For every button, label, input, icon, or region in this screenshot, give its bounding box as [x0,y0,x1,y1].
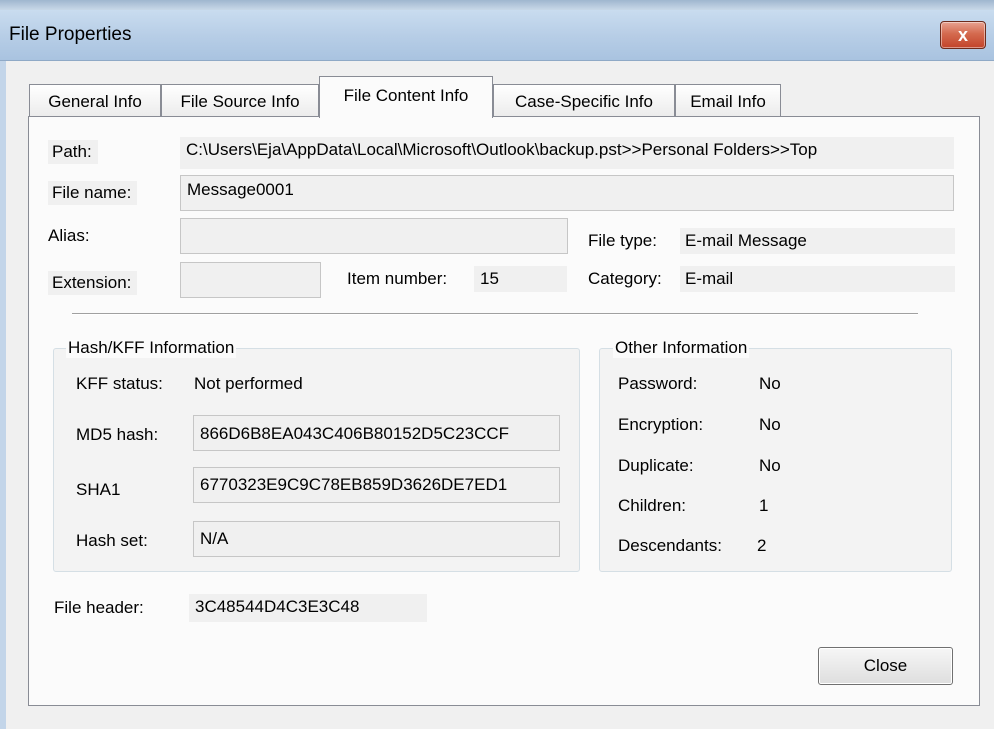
file-properties-window: File Properties x General Info File Sour… [0,0,994,729]
item-number-label: Item number: [347,269,448,288]
file-header-label: File header: [54,598,144,617]
section-divider [72,313,918,315]
title-bar[interactable]: File Properties x [0,10,994,61]
alias-field[interactable] [180,218,568,254]
md5-hash-label: MD5 hash: [76,425,159,444]
password-label: Password: [618,374,698,393]
tab-general-info[interactable]: General Info [29,84,161,116]
password-value: No [759,374,781,393]
extension-label: Extension: [48,271,138,295]
descendants-value: 2 [757,536,767,555]
sha1-field[interactable]: 6770323E9C9C78EB859D3626DE7ED1 [193,467,560,503]
duplicate-value: No [759,456,781,475]
background-strip [0,0,994,10]
window-title: File Properties [9,24,132,45]
children-value: 1 [759,496,769,515]
other-information-group-title: Other Information [613,338,750,358]
alias-label: Alias: [48,226,90,245]
kff-status-value: Not performed [194,374,303,393]
encryption-value: No [759,415,781,434]
encryption-label: Encryption: [618,415,704,434]
hash-set-label: Hash set: [76,531,148,550]
category-value: E-mail [680,266,955,292]
file-type-value: E-mail Message [680,228,955,254]
close-window-icon[interactable]: x [940,21,986,49]
path-label: Path: [48,140,98,164]
category-label: Category: [588,269,662,288]
path-value: C:\Users\Eja\AppData\Local\Microsoft\Out… [180,137,954,169]
close-button[interactable]: Close [818,647,953,685]
tab-case-specific-info[interactable]: Case-Specific Info [493,84,675,116]
tab-email-info[interactable]: Email Info [675,84,781,116]
hash-kff-group-title: Hash/KFF Information [66,338,237,358]
duplicate-label: Duplicate: [618,456,694,475]
file-header-value: 3C48544D4C3E3C48 [189,594,427,622]
file-type-label: File type: [588,231,657,250]
file-name-field[interactable]: Message0001 [180,175,954,211]
kff-status-label: KFF status: [76,374,163,393]
window-left-border [0,61,6,729]
md5-hash-field[interactable]: 866D6B8EA043C406B80152D5C23CCF [193,415,560,451]
hash-set-field[interactable]: N/A [193,521,560,557]
children-label: Children: [618,496,687,515]
tab-file-source-info[interactable]: File Source Info [161,84,319,116]
file-name-label: File name: [48,181,138,205]
item-number-value: 15 [474,266,567,292]
descendants-label: Descendants: [618,536,722,555]
sha1-label: SHA1 [76,480,121,499]
extension-field[interactable] [180,262,321,298]
tab-file-content-info[interactable]: File Content Info [319,76,493,118]
